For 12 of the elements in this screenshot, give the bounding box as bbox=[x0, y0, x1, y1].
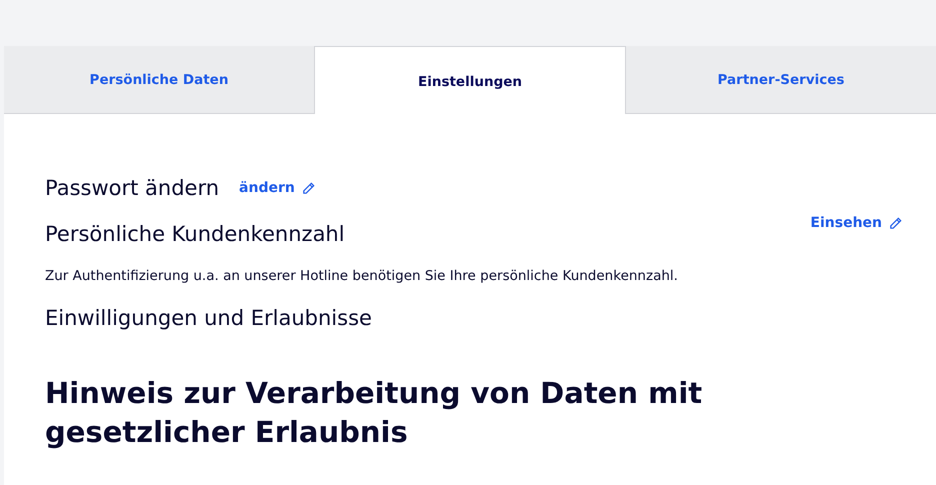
section-title: Passwort ändern bbox=[45, 176, 220, 200]
tab[interactable]: Partner-Services bbox=[626, 46, 936, 114]
tab[interactable]: Einstellungen bbox=[314, 46, 626, 114]
section-title: Einwilligungen und Erlaubnisse bbox=[45, 306, 373, 330]
section-title: Persönliche Kundenkennzahl bbox=[45, 222, 345, 246]
view-link[interactable]: Einsehen bbox=[810, 215, 903, 231]
notice-heading: Hinweis zur Verarbeitung von Daten mit gesetzlicher Erlaubnis bbox=[45, 375, 704, 451]
pencil-icon bbox=[300, 180, 316, 196]
pencil-icon bbox=[888, 216, 903, 230]
description-text: Zur Authentifizierung u.a. an unserer Hotline benötigen Sie Ihre persönliche Kundenkennzahl. bbox=[45, 268, 679, 284]
tab[interactable]: Persönliche Daten bbox=[4, 46, 314, 114]
edit-link[interactable]: ändern bbox=[239, 180, 316, 196]
